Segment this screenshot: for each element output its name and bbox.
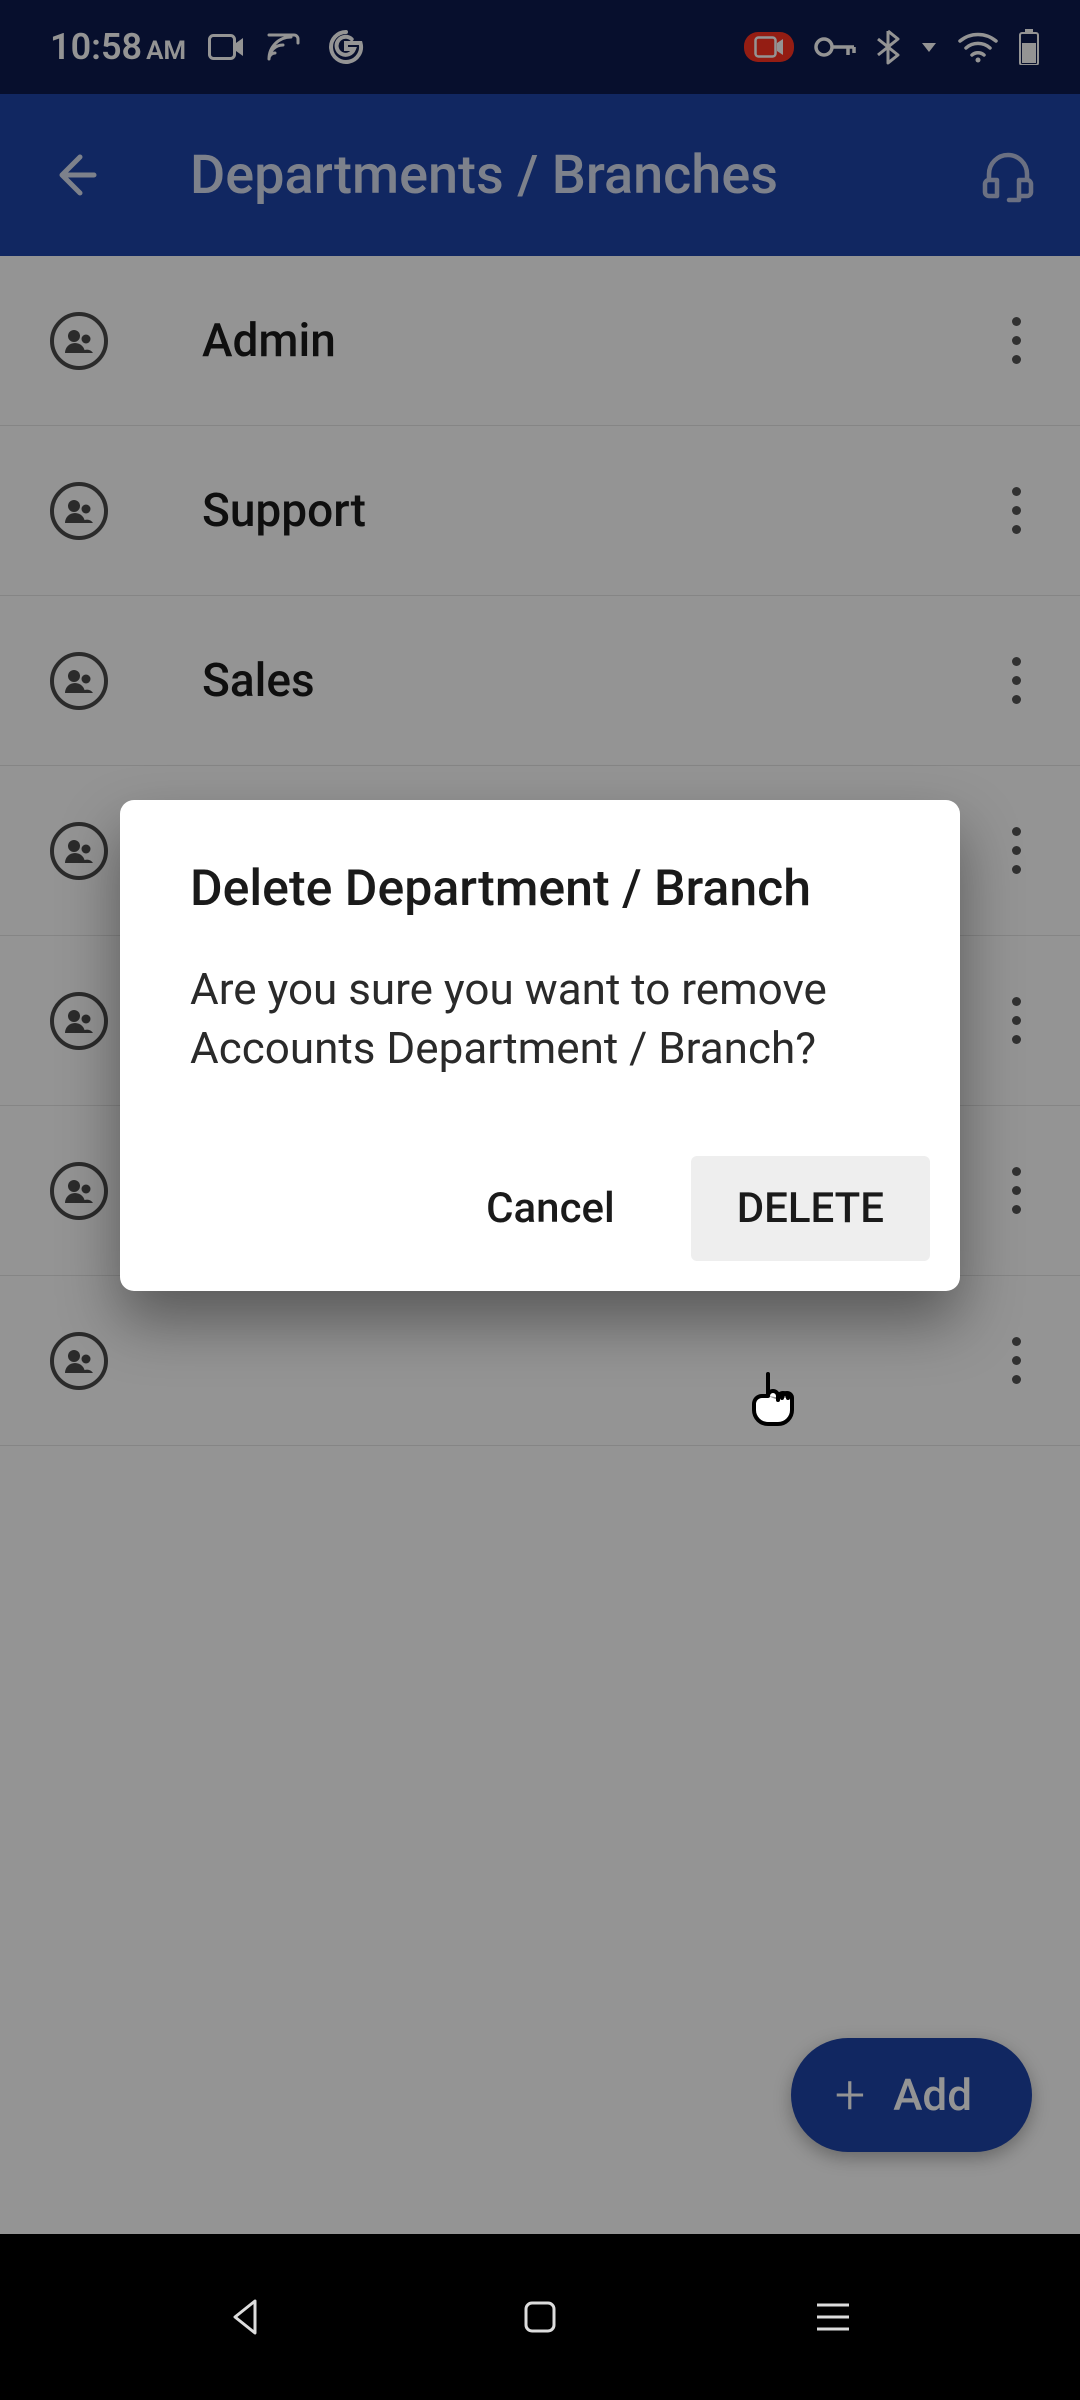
nav-recent-button[interactable]: [793, 2277, 873, 2357]
dialog-actions: Cancel DELETE: [120, 1078, 960, 1261]
cancel-button[interactable]: Cancel: [440, 1156, 661, 1261]
dialog-title: Delete Department / Branch: [120, 856, 960, 924]
nav-home-button[interactable]: [500, 2277, 580, 2357]
screen: 10:58AM: [0, 0, 1080, 2400]
dialog-body: Are you sure you want to remove Accounts…: [120, 924, 960, 1079]
delete-confirm-button[interactable]: DELETE: [691, 1156, 930, 1261]
delete-dialog: Delete Department / Branch Are you sure …: [120, 800, 960, 1291]
system-nav-bar: [0, 2234, 1080, 2400]
nav-back-button[interactable]: [207, 2277, 287, 2357]
